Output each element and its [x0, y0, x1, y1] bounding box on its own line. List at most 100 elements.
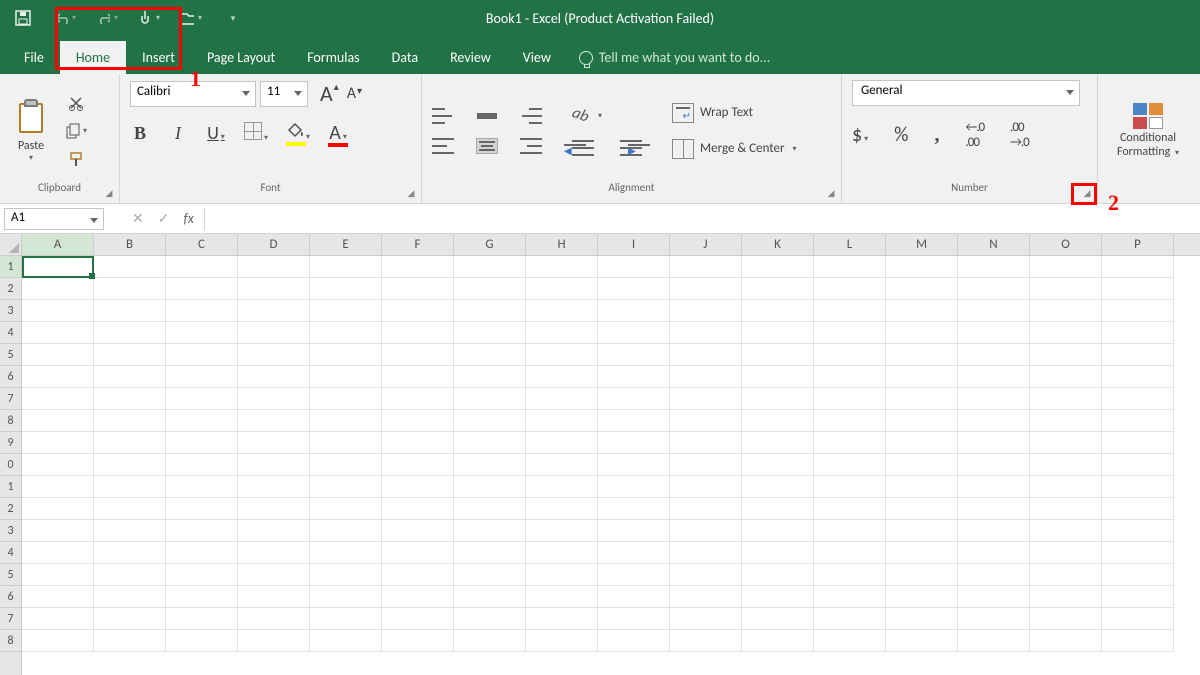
cell[interactable]	[526, 454, 598, 476]
cell[interactable]	[958, 344, 1030, 366]
cell[interactable]	[742, 586, 814, 608]
cell[interactable]	[958, 542, 1030, 564]
cell[interactable]	[310, 454, 382, 476]
cell[interactable]	[670, 344, 742, 366]
cell[interactable]	[886, 278, 958, 300]
cell[interactable]	[22, 300, 94, 322]
cell[interactable]	[886, 300, 958, 322]
cell[interactable]	[886, 476, 958, 498]
row-header[interactable]: 2	[0, 278, 21, 300]
cell[interactable]	[742, 432, 814, 454]
row-header[interactable]: 6	[0, 366, 21, 388]
tab-insert[interactable]: Insert	[126, 41, 191, 74]
column-header[interactable]: L	[814, 234, 886, 255]
cell[interactable]	[94, 410, 166, 432]
cell[interactable]	[742, 256, 814, 278]
cell[interactable]	[1102, 630, 1174, 652]
tab-review[interactable]: Review	[434, 41, 507, 74]
cell[interactable]	[1102, 608, 1174, 630]
cell[interactable]	[1030, 344, 1102, 366]
cell[interactable]	[598, 520, 670, 542]
cell[interactable]	[166, 586, 238, 608]
increase-indent-button[interactable]: ▶	[620, 140, 642, 156]
cell[interactable]	[454, 542, 526, 564]
column-header[interactable]: N	[958, 234, 1030, 255]
cell[interactable]	[166, 432, 238, 454]
cell[interactable]	[1102, 454, 1174, 476]
cell[interactable]	[382, 630, 454, 652]
cell[interactable]	[1030, 432, 1102, 454]
comma-format-button[interactable]: ,	[934, 124, 939, 147]
cell[interactable]	[22, 256, 94, 278]
fill-color-button[interactable]: ▾	[286, 123, 310, 144]
cell[interactable]	[886, 608, 958, 630]
cell[interactable]	[598, 322, 670, 344]
cut-icon[interactable]	[64, 94, 88, 112]
cell[interactable]	[814, 476, 886, 498]
cell[interactable]	[1030, 476, 1102, 498]
cell[interactable]	[886, 256, 958, 278]
cell[interactable]	[238, 256, 310, 278]
cell[interactable]	[454, 476, 526, 498]
cell[interactable]	[598, 586, 670, 608]
cell[interactable]	[670, 586, 742, 608]
clipboard-launcher-icon[interactable]: ◢	[103, 187, 115, 199]
cell[interactable]	[94, 300, 166, 322]
cell[interactable]	[814, 322, 886, 344]
cell[interactable]	[598, 630, 670, 652]
cell[interactable]	[310, 410, 382, 432]
cell[interactable]	[382, 366, 454, 388]
cell[interactable]	[958, 454, 1030, 476]
cell[interactable]	[886, 630, 958, 652]
cell[interactable]	[1102, 564, 1174, 586]
cell[interactable]	[814, 454, 886, 476]
cell[interactable]	[310, 564, 382, 586]
cell[interactable]	[670, 278, 742, 300]
cell[interactable]	[454, 454, 526, 476]
cell[interactable]	[22, 432, 94, 454]
cell[interactable]	[742, 454, 814, 476]
cell[interactable]	[886, 344, 958, 366]
percent-format-button[interactable]: %	[894, 123, 908, 147]
cells-area[interactable]	[22, 256, 1200, 675]
cell[interactable]	[94, 630, 166, 652]
cell[interactable]	[670, 322, 742, 344]
cell[interactable]	[22, 278, 94, 300]
cell[interactable]	[526, 388, 598, 410]
cell[interactable]	[382, 476, 454, 498]
cell[interactable]	[238, 454, 310, 476]
cell[interactable]	[526, 256, 598, 278]
cell[interactable]	[886, 498, 958, 520]
row-header[interactable]: 5	[0, 344, 21, 366]
cell[interactable]	[742, 278, 814, 300]
cell[interactable]	[742, 388, 814, 410]
row-header[interactable]: 4	[0, 322, 21, 344]
cell[interactable]	[814, 520, 886, 542]
cell[interactable]	[1102, 586, 1174, 608]
cell[interactable]	[1102, 300, 1174, 322]
accounting-format-button[interactable]: $▾	[852, 123, 868, 147]
column-header[interactable]: B	[94, 234, 166, 255]
cell[interactable]	[526, 432, 598, 454]
cell[interactable]	[94, 498, 166, 520]
cell[interactable]	[526, 630, 598, 652]
cell[interactable]	[886, 432, 958, 454]
tab-formulas[interactable]: Formulas	[291, 41, 375, 74]
cell[interactable]	[166, 278, 238, 300]
cell[interactable]	[454, 322, 526, 344]
cell[interactable]	[814, 344, 886, 366]
cell[interactable]	[670, 454, 742, 476]
row-header[interactable]: 8	[0, 410, 21, 432]
row-headers[interactable]: 123456789012345678	[0, 256, 22, 675]
touch-mode-icon[interactable]: ▾	[138, 7, 160, 29]
cell[interactable]	[454, 586, 526, 608]
cell[interactable]	[94, 608, 166, 630]
decrease-decimal-button[interactable]: .00→.0	[1010, 120, 1029, 150]
cell[interactable]	[814, 366, 886, 388]
cell[interactable]	[814, 542, 886, 564]
orientation-button[interactable]: ab▾	[572, 106, 642, 126]
cell[interactable]	[1030, 278, 1102, 300]
cell[interactable]	[742, 322, 814, 344]
column-header[interactable]: I	[598, 234, 670, 255]
row-header[interactable]: 8	[0, 630, 21, 652]
